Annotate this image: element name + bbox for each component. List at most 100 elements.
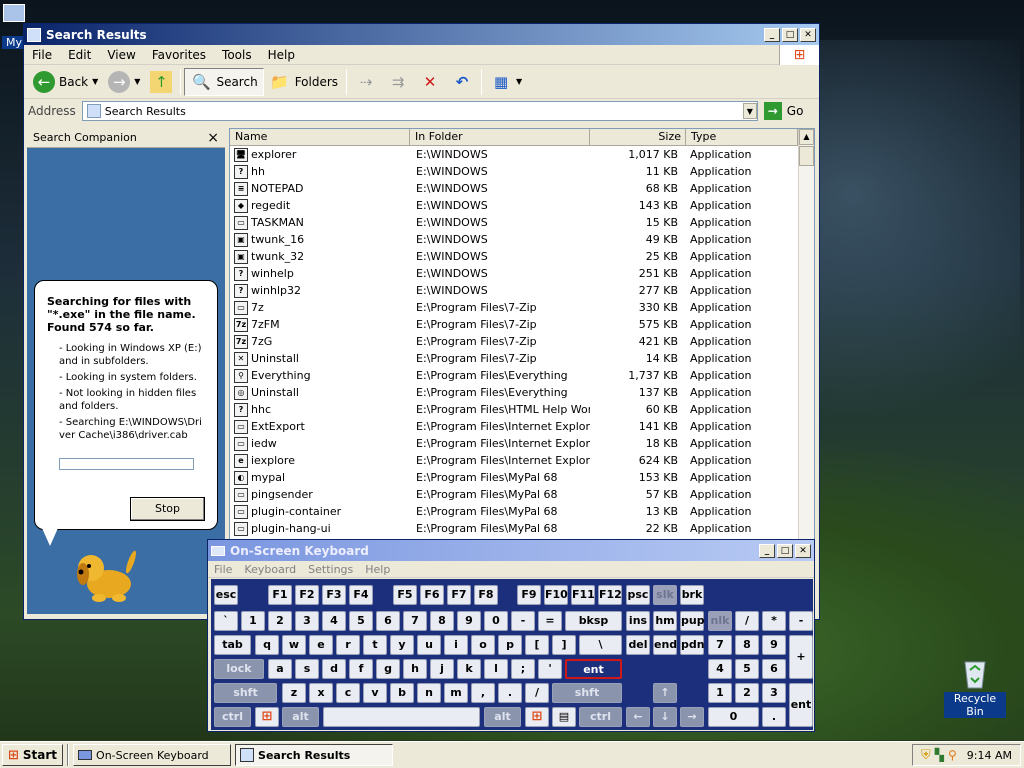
vertical-scrollbar[interactable]: ▲ [798,129,814,539]
file-name-cell[interactable]: ▭ TASKMAN [230,215,410,230]
table-row[interactable]: ? winhlp32 E:\WINDOWS 277 KB Application [230,282,814,299]
window-titlebar[interactable]: Search Results _ □ ✕ [24,24,819,45]
key-k[interactable]: k [457,659,481,679]
key-kent[interactable]: ent [789,683,813,727]
windows-key[interactable]: ⊞ [255,707,279,727]
delete-button[interactable]: ✕ [414,68,446,96]
file-name-cell[interactable]: e iexplore [230,453,410,468]
key-m[interactable]: m [444,683,468,703]
key-right[interactable]: → [680,707,704,727]
key-f3[interactable]: F3 [322,585,346,605]
file-name-cell[interactable]: 7z 7zG [230,334,410,349]
maximize-button[interactable]: □ [782,27,798,42]
key-k0[interactable]: 0 [708,707,759,727]
key-d[interactable]: d [322,659,346,679]
file-name-cell[interactable]: ▭ 7z [230,300,410,315]
key-kslash[interactable]: / [735,611,759,631]
file-name-cell[interactable]: ▭ plugin-hang-ui [230,521,410,536]
key-y[interactable]: y [390,635,414,655]
key-ins[interactable]: ins [626,611,650,631]
key-n0[interactable]: 0 [484,611,508,631]
dropdown-arrow-icon[interactable]: ▼ [92,77,98,86]
key-semi[interactable]: ; [511,659,535,679]
stop-button[interactable]: Stop [130,497,205,521]
table-row[interactable]: ▭ plugin-hang-ui E:\Program Files\MyPal 68… [230,520,814,537]
key-k1[interactable]: 1 [708,683,732,703]
key-alt2[interactable]: alt [484,707,521,727]
key-backtick[interactable]: ` [214,611,238,631]
key-n8[interactable]: 8 [430,611,454,631]
key-ctrl[interactable]: ctrl [214,707,251,727]
minimize-button[interactable]: _ [764,27,780,42]
key-f2[interactable]: F2 [295,585,319,605]
table-row[interactable]: ≡ NOTEPAD E:\WINDOWS 68 KB Application [230,180,814,197]
osk-menu-settings[interactable]: Settings [302,563,359,576]
key-f11[interactable]: F11 [571,585,595,605]
table-row[interactable]: ▭ iedw E:\Program Files\Internet Explorer 1… [230,435,814,452]
key-k9[interactable]: 9 [762,635,786,655]
key-pup[interactable]: pup [680,611,705,631]
key-end[interactable]: end [653,635,677,655]
clock[interactable]: 9:14 AM [967,749,1012,762]
key-f7[interactable]: F7 [447,585,471,605]
table-row[interactable]: ◐ mypal E:\Program Files\MyPal 68 153 KB App… [230,469,814,486]
key-j[interactable]: j [430,659,454,679]
key-f4[interactable]: F4 [349,585,373,605]
key-period[interactable]: . [498,683,522,703]
table-row[interactable]: ✕ Uninstall E:\Program Files\7-Zip 14 KB App… [230,350,814,367]
key-ctrl2[interactable]: ctrl [579,707,622,727]
key-nlk[interactable]: nlk [708,611,732,631]
search-tray-icon[interactable]: ⚲ [948,748,957,762]
file-name-cell[interactable]: ? winhlp32 [230,283,410,298]
file-name-cell[interactable]: 7z 7zFM [230,317,410,332]
key-f1[interactable]: F1 [268,585,292,605]
table-row[interactable]: 7z 7zG E:\Program Files\7-Zip 421 KB Applica… [230,333,814,350]
key-slash[interactable]: / [525,683,549,703]
key-k5[interactable]: 5 [735,659,759,679]
file-name-cell[interactable]: ▣ twunk_32 [230,249,410,264]
key-n6[interactable]: 6 [376,611,400,631]
close-button[interactable]: ✕ [800,27,816,42]
key-c[interactable]: c [336,683,360,703]
key-brk[interactable]: brk [680,585,704,605]
key-f9[interactable]: F9 [517,585,541,605]
scroll-up-arrow-icon[interactable]: ▲ [799,129,814,145]
osk-menu-help[interactable]: Help [359,563,396,576]
search-button[interactable]: 🔍 Search [184,67,264,96]
menu-help[interactable]: Help [260,48,303,62]
key-kstar[interactable]: * [762,611,786,631]
key-comma[interactable]: , [471,683,495,703]
key-kminus[interactable]: - [789,611,813,631]
close-pane-icon[interactable]: × [207,130,219,146]
forward-button[interactable]: → ▼ [103,68,145,96]
key-o[interactable]: o [471,635,495,655]
key-down[interactable]: ↓ [653,707,677,727]
key-f8[interactable]: F8 [474,585,498,605]
key-f[interactable]: f [349,659,373,679]
key-f6[interactable]: F6 [420,585,444,605]
key-r[interactable]: r [336,635,360,655]
file-name-cell[interactable]: ◎ Uninstall [230,385,410,400]
key-e[interactable]: e [309,635,333,655]
key-a[interactable]: a [268,659,292,679]
table-row[interactable]: ? hhc E:\Program Files\HTML Help Wor… 60 KB… [230,401,814,418]
file-name-cell[interactable]: ◆ regedit [230,198,410,213]
key-del[interactable]: del [626,635,650,655]
key-shft2[interactable]: shft [552,683,622,703]
back-button[interactable]: ← Back ▼ [28,68,103,96]
key-g[interactable]: g [376,659,400,679]
column-header-in-folder[interactable]: In Folder [410,129,590,145]
key-v[interactable]: v [363,683,387,703]
key-rbr[interactable]: ] [552,635,576,655]
address-input[interactable]: Search Results ▼ [81,101,758,121]
key-n5[interactable]: 5 [349,611,373,631]
key-s[interactable]: s [295,659,319,679]
table-row[interactable]: ▭ TASKMAN E:\WINDOWS 15 KB Application [230,214,814,231]
key-f12[interactable]: F12 [598,585,622,605]
key-k4[interactable]: 4 [708,659,732,679]
key-k6[interactable]: 6 [762,659,786,679]
table-row[interactable]: ◎ Uninstall E:\Program Files\Everything 137… [230,384,814,401]
key-x[interactable]: x [309,683,333,703]
key-u[interactable]: u [417,635,441,655]
table-row[interactable]: 7z 7zFM E:\Program Files\7-Zip 575 KB Applic… [230,316,814,333]
